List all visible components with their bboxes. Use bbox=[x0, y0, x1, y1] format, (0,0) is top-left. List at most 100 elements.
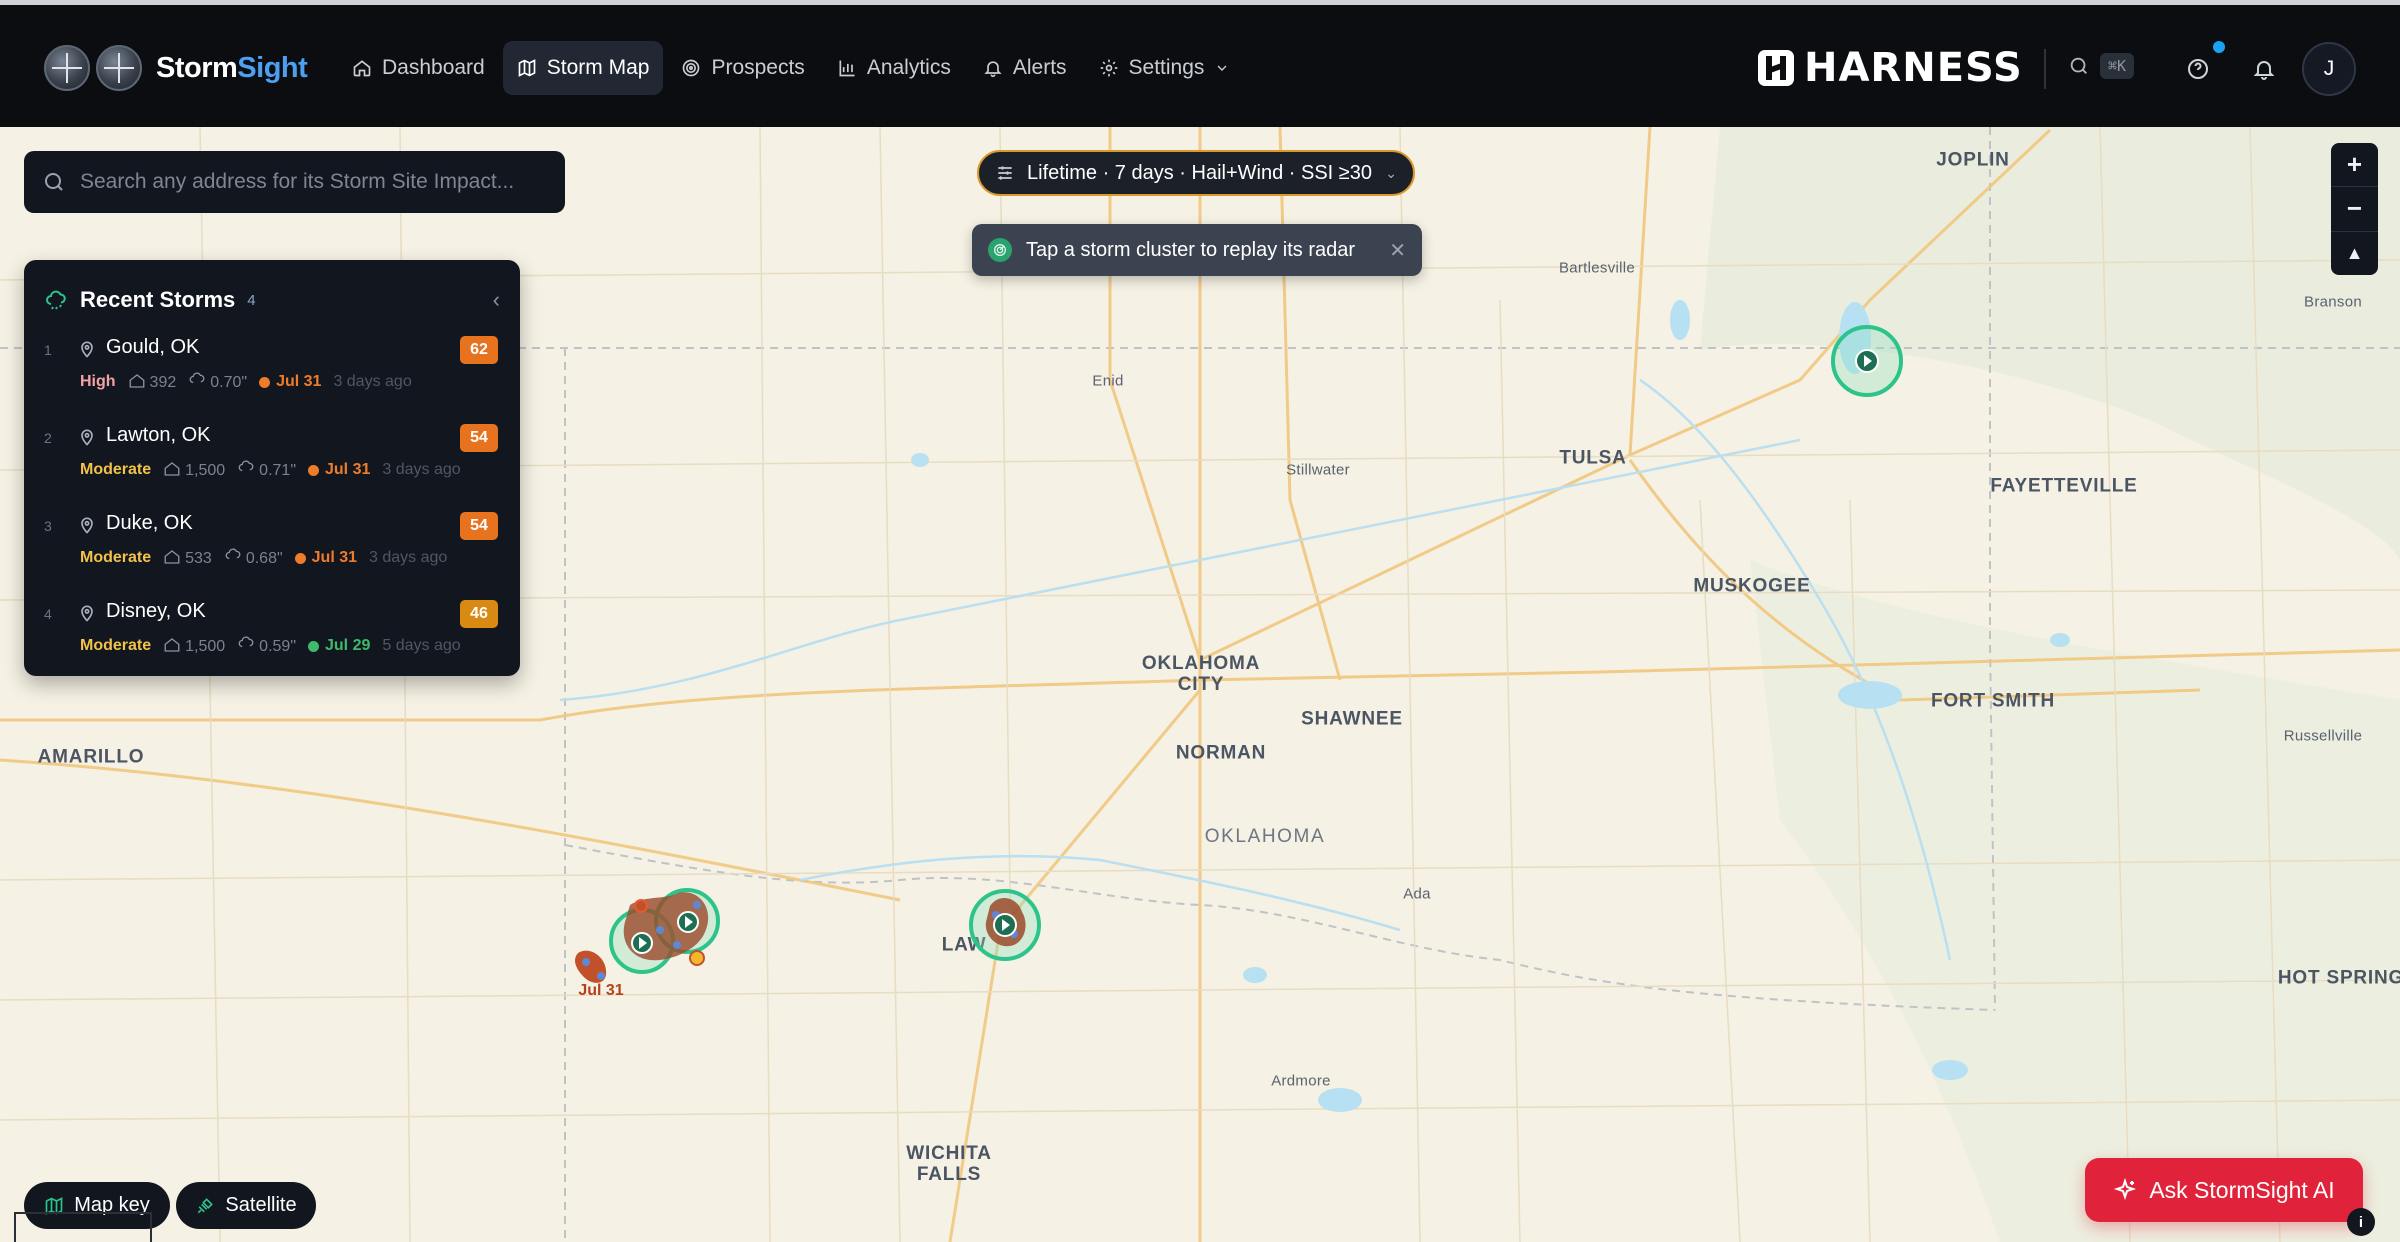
storm-meta: High 392 0.70" Jul 31 3 days ago bbox=[80, 372, 412, 392]
storm-list-item[interactable]: 1 Gould, OK 62 High 392 0.70" Jul 31 3 days ago bbox=[24, 322, 520, 410]
address-search-box bbox=[24, 151, 565, 213]
severity-label: Moderate bbox=[80, 637, 152, 654]
hail-size: 0.71" bbox=[237, 460, 296, 480]
nav-label: Storm Map bbox=[546, 56, 650, 79]
nav-divider bbox=[2044, 49, 2046, 89]
hail-icon bbox=[189, 372, 205, 388]
storm-cloud-icon bbox=[46, 290, 66, 310]
nav-label: Alerts bbox=[1012, 56, 1067, 79]
recent-storms-panel: Recent Storms 4 ‹ 1 Gould, OK 62 High 392 0.7… bbox=[24, 260, 520, 676]
panel-header: Recent Storms 4 ‹ bbox=[44, 278, 500, 322]
app-name: StormSight bbox=[156, 51, 308, 84]
house-icon bbox=[164, 638, 180, 652]
search-icon bbox=[2070, 57, 2087, 74]
zoom-in-button[interactable]: + bbox=[2331, 143, 2378, 188]
nav-storm-map[interactable]: Storm Map bbox=[502, 41, 664, 95]
hail-size: 0.68" bbox=[224, 548, 283, 568]
home-icon bbox=[353, 60, 371, 77]
storm-rank: 1 bbox=[44, 342, 52, 358]
notifications-button[interactable] bbox=[2244, 49, 2284, 89]
severity-label: Moderate bbox=[80, 549, 152, 566]
help-button[interactable] bbox=[2178, 49, 2218, 89]
storm-location: Disney, OK bbox=[106, 600, 206, 622]
storm-list-item[interactable]: 3 Duke, OK 54 Moderate 533 0.68" Jul 31 3 days … bbox=[24, 498, 520, 586]
logo-compass-icon bbox=[96, 45, 142, 91]
target-icon bbox=[683, 59, 700, 77]
storm-date: Jul 29 bbox=[308, 637, 370, 655]
hail-size: 0.70" bbox=[188, 372, 247, 392]
storm-location: Lawton, OK bbox=[106, 424, 211, 446]
chevron-down-icon bbox=[1217, 65, 1227, 71]
storm-meta: Moderate 1,500 0.71" Jul 31 3 days ago bbox=[80, 460, 461, 480]
satellite-toggle[interactable]: Satellite bbox=[176, 1182, 316, 1229]
user-avatar[interactable]: J bbox=[2302, 42, 2356, 96]
ssi-score-badge: 46 bbox=[460, 600, 498, 628]
bell-icon bbox=[2253, 61, 2275, 80]
app-logo[interactable]: StormSight bbox=[44, 42, 308, 94]
logo-compass-icon bbox=[44, 45, 90, 91]
ssi-score-badge: 54 bbox=[460, 424, 498, 452]
nav-prospects[interactable]: Prospects bbox=[667, 41, 818, 95]
storm-count: 4 bbox=[247, 291, 256, 309]
map-info-button[interactable]: i bbox=[2347, 1208, 2375, 1236]
storm-filter-button[interactable]: Lifetime · 7 days · Hail+Wind · SSI ≥30 … bbox=[977, 150, 1415, 196]
reset-north-button[interactable]: ▲ bbox=[2331, 232, 2378, 275]
collapse-chevron-icon[interactable]: ‹ bbox=[493, 287, 500, 313]
nav-analytics[interactable]: Analytics bbox=[823, 41, 965, 95]
top-nav-bar: StormSight Dashboard Storm Map Prospects… bbox=[0, 0, 2400, 127]
location-pin-icon bbox=[77, 426, 97, 448]
radar-icon bbox=[988, 238, 1012, 262]
brand-name: HARNESS bbox=[1804, 45, 2023, 91]
hail-icon bbox=[238, 460, 254, 476]
close-icon[interactable]: ✕ bbox=[1389, 238, 1406, 263]
hint-message: Tap a storm cluster to replay its radar bbox=[1026, 238, 1356, 261]
notification-dot bbox=[2213, 41, 2225, 53]
hail-icon bbox=[225, 548, 241, 564]
nav-dashboard[interactable]: Dashboard bbox=[338, 41, 499, 95]
storm-cluster[interactable] bbox=[575, 888, 720, 983]
global-search-button[interactable]: ⌘K bbox=[2068, 53, 2135, 79]
storm-date: Jul 31 bbox=[308, 461, 370, 479]
storm-list-item[interactable]: 2 Lawton, OK 54 Moderate 1,500 0.71" Jul 31 3 d… bbox=[24, 410, 520, 498]
storm-location: Gould, OK bbox=[106, 336, 200, 358]
house-icon bbox=[164, 462, 180, 476]
homes-count: 1,500 bbox=[163, 460, 225, 480]
location-pin-icon bbox=[77, 338, 97, 360]
shortcut-hint: ⌘K bbox=[2100, 53, 2135, 79]
storm-meta: Moderate 533 0.68" Jul 31 3 days ago bbox=[80, 548, 447, 568]
bell-icon bbox=[984, 61, 1002, 78]
zoom-out-button[interactable]: − bbox=[2331, 187, 2378, 232]
nav-settings[interactable]: Settings bbox=[1085, 41, 1245, 95]
ssi-score-badge: 54 bbox=[460, 512, 498, 540]
storm-location: Duke, OK bbox=[106, 512, 193, 534]
storm-list-item[interactable]: 4 Disney, OK 46 Moderate 1,500 0.59" Jul 29 5 d… bbox=[24, 586, 520, 674]
map-scale-bar bbox=[14, 1212, 152, 1242]
storm-rank: 2 bbox=[44, 430, 52, 446]
panel-title: Recent Storms bbox=[80, 287, 236, 312]
satellite-icon bbox=[198, 1197, 214, 1213]
ssi-score-badge: 62 bbox=[460, 336, 498, 364]
storm-cluster[interactable] bbox=[969, 889, 1041, 961]
nav-label: Prospects bbox=[711, 56, 805, 79]
help-icon bbox=[2188, 59, 2208, 79]
zoom-controls: + − ▲ bbox=[2331, 143, 2378, 275]
severity-label: Moderate bbox=[80, 461, 152, 478]
bar-chart-icon bbox=[839, 60, 855, 77]
nav-label: Settings bbox=[1128, 56, 1205, 79]
nav-label: Analytics bbox=[866, 56, 951, 79]
storm-date-label: Jul 31 bbox=[578, 982, 624, 999]
storm-date: Jul 31 bbox=[259, 373, 321, 391]
sliders-icon bbox=[998, 166, 1012, 180]
map-icon bbox=[518, 59, 536, 77]
chevron-down-icon: ⌄ bbox=[1385, 164, 1397, 181]
ask-ai-button[interactable]: Ask StormSight AI bbox=[2085, 1158, 2363, 1222]
address-search-input[interactable] bbox=[80, 151, 565, 213]
nav-alerts[interactable]: Alerts bbox=[969, 41, 1081, 95]
storm-age: 3 days ago bbox=[333, 373, 412, 390]
storm-rank: 4 bbox=[44, 606, 52, 622]
storm-age: 3 days ago bbox=[382, 461, 461, 478]
storm-meta: Moderate 1,500 0.59" Jul 29 5 days ago bbox=[80, 636, 461, 656]
gear-icon bbox=[1100, 59, 1117, 77]
harness-brand-logo: HARNESS bbox=[1758, 45, 2023, 91]
storm-cluster[interactable] bbox=[1831, 325, 1903, 397]
